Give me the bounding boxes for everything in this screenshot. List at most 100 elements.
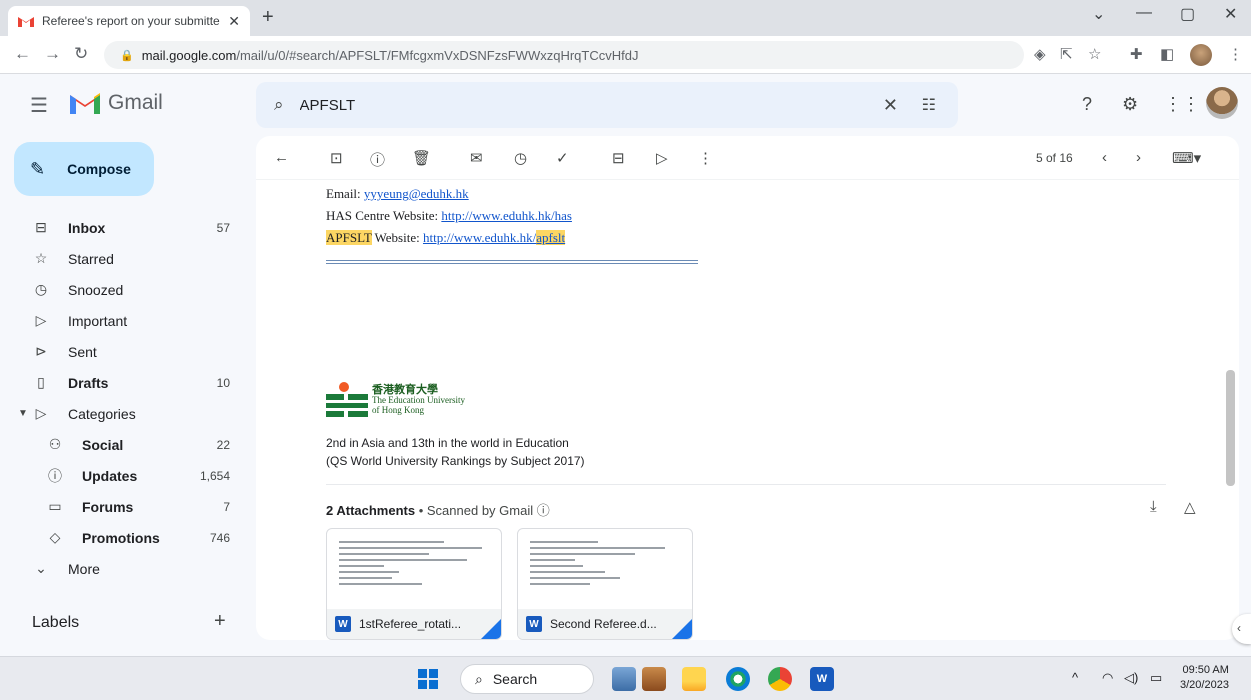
inbox-icon: ⊟ — [35, 219, 47, 235]
sidebar-item-social[interactable]: ⚇ Social 22 — [0, 429, 240, 460]
taskbar-clock[interactable]: 09:50 AM 3/20/2023 — [1180, 663, 1229, 693]
tab-search-icon[interactable]: ⌄ — [1092, 4, 1105, 24]
sidebar-item-important[interactable]: ▷ Important — [0, 305, 240, 336]
message-body: Email: yyyeung@eduhk.hk HAS Centre Websi… — [326, 186, 1206, 252]
browser-menu-icon[interactable]: ⋮ — [1228, 45, 1243, 63]
more-options-icon[interactable]: ⋮ — [698, 149, 713, 167]
apfslt-link[interactable]: http://www.eduhk.hk/apfslt — [423, 230, 566, 245]
newer-icon[interactable]: ‹ — [1102, 149, 1107, 166]
sidebar-item-count: 22 — [216, 437, 230, 452]
forum-icon: ▭ — [48, 498, 62, 514]
has-link[interactable]: http://www.eduhk.hk/has — [441, 208, 572, 223]
browser-tab-title: Referee's report on your submitte — [42, 14, 220, 28]
sidebar-item-updates[interactable]: ⓘ Updates 1,654 — [0, 460, 240, 491]
back-icon[interactable]: ← — [14, 44, 31, 64]
sidebar-item-starred[interactable]: ☆ Starred — [0, 243, 240, 274]
compose-button[interactable]: ✎ Compose — [14, 142, 154, 196]
volume-icon[interactable]: ◁) — [1124, 670, 1138, 686]
new-tab-icon[interactable]: + — [262, 6, 274, 29]
add-label-icon[interactable]: + — [214, 610, 226, 633]
reload-icon[interactable]: ↻ — [74, 44, 88, 64]
sidebar-item-label: Sent — [68, 343, 97, 360]
word-app-icon[interactable]: W — [810, 667, 834, 691]
edge-browser-icon[interactable] — [726, 667, 750, 691]
browser-profile-avatar[interactable] — [1190, 44, 1212, 66]
eye-icon[interactable]: ◈ — [1034, 45, 1046, 63]
input-tools-icon[interactable]: ⌨▾ — [1172, 149, 1201, 167]
sidepanel-icon[interactable]: ◧ — [1160, 45, 1174, 63]
sidebar-item-more[interactable]: ⌄ More — [0, 553, 240, 584]
sidebar-item-categories[interactable]: ▼ ▷ Categories — [0, 398, 240, 429]
extensions-icon[interactable]: ✚ — [1130, 45, 1143, 63]
back-to-search-icon[interactable]: ← — [274, 149, 289, 166]
google-apps-icon[interactable]: ⋮⋮ — [1164, 94, 1200, 115]
file-explorer-icon[interactable] — [682, 667, 706, 691]
compose-label: Compose — [67, 161, 131, 177]
search-options-icon[interactable]: ☷ — [922, 95, 936, 115]
share-icon[interactable]: ⇱ — [1060, 45, 1073, 63]
support-icon[interactable]: ? — [1082, 94, 1092, 115]
older-icon[interactable]: › — [1136, 149, 1141, 166]
label-as-icon[interactable]: ▷ — [656, 149, 668, 167]
add-task-icon[interactable]: ✓ — [556, 149, 569, 167]
move-to-icon[interactable]: ⊟ — [612, 149, 625, 167]
settings-gear-icon[interactable]: ⚙ — [1122, 94, 1138, 115]
snooze-icon[interactable]: ◷ — [514, 149, 527, 167]
pencil-icon: ✎ — [30, 158, 46, 179]
attachment-filename: 1stReferee_rotati... — [359, 617, 462, 631]
clear-search-icon[interactable]: ✕ — [883, 95, 898, 116]
window-close-icon[interactable]: ✕ — [1224, 4, 1237, 24]
report-spam-icon[interactable]: ⓘ — [370, 149, 385, 170]
task-view-icon[interactable] — [612, 667, 636, 691]
chrome-browser-icon[interactable] — [768, 667, 792, 691]
info-icon: ⓘ — [48, 467, 62, 484]
caret-down-icon[interactable]: ▼ — [18, 408, 28, 419]
ranking-text: 2nd in Asia and 13th in the world in Edu… — [326, 434, 585, 470]
email-link[interactable]: yyyeung@eduhk.hk — [364, 186, 469, 201]
battery-icon[interactable]: ▭ — [1150, 670, 1162, 686]
labels-heading: Labels — [32, 614, 80, 631]
briefcase-app-icon[interactable] — [642, 667, 666, 691]
download-all-icon[interactable]: ⤓ — [1150, 498, 1157, 515]
sidebar-item-inbox[interactable]: ⊟ Inbox 57 — [0, 212, 240, 243]
wifi-icon[interactable]: ◠ — [1102, 670, 1113, 686]
scan-info-icon[interactable]: ⓘ — [537, 503, 550, 518]
sidebar-item-promotions[interactable]: ◇ Promotions 746 — [0, 522, 240, 553]
message-scrollbar[interactable] — [1226, 370, 1235, 486]
eduhk-chinese-name: 香港教育大學 — [372, 384, 438, 396]
people-icon: ⚇ — [48, 436, 62, 452]
sidebar-item-sent[interactable]: ⊳ Sent — [0, 336, 240, 367]
apfslt-highlight: APFSLT — [326, 230, 372, 245]
mark-unread-icon[interactable]: ✉ — [470, 149, 483, 167]
archive-icon[interactable]: ⊡ — [330, 149, 343, 167]
browser-tab[interactable]: Referee's report on your submitte ✕ — [8, 6, 250, 36]
eduhk-logo: 香港教育大學 The Education University of Hong … — [326, 382, 465, 418]
draft-file-icon: ▯ — [37, 374, 45, 390]
windows-start-icon[interactable] — [418, 669, 438, 689]
taskbar-search[interactable]: ⌕ Search — [460, 664, 594, 694]
important-icon: ▷ — [35, 312, 47, 328]
sidebar-item-drafts[interactable]: ▯ Drafts 10 — [0, 367, 240, 398]
apfslt-label-rest: Website: — [371, 230, 423, 245]
tray-chevron-up-icon[interactable]: ^ — [1072, 670, 1078, 685]
sidebar-item-snoozed[interactable]: ◷ Snoozed — [0, 274, 240, 305]
gmail-m-icon — [70, 93, 100, 114]
sidebar-item-forums[interactable]: ▭ Forums 7 — [0, 491, 240, 522]
address-bar[interactable]: 🔒 mail.google.com/mail/u/0/#search/APFSL… — [104, 41, 1024, 69]
gmail-logo[interactable]: Gmail — [68, 90, 163, 116]
show-side-panel-icon[interactable]: ‹ — [1232, 614, 1251, 644]
add-to-drive-icon[interactable]: △ — [1184, 498, 1196, 516]
tab-close-icon[interactable]: ✕ — [228, 13, 240, 30]
mail-search-input[interactable] — [299, 96, 820, 114]
search-icon[interactable]: ⌕ — [274, 95, 284, 115]
restore-icon[interactable]: ▢ — [1180, 4, 1195, 24]
sidebar-item-label: Promotions — [82, 529, 160, 546]
delete-icon[interactable]: 🗑 — [412, 149, 431, 167]
forward-icon[interactable]: → — [44, 44, 61, 64]
main-menu-icon[interactable]: ☰ — [30, 93, 48, 118]
minimize-icon[interactable]: — — [1136, 4, 1152, 22]
account-avatar[interactable] — [1206, 87, 1238, 119]
attachment-card[interactable]: W Second Referee.d... — [517, 528, 693, 640]
bookmark-star-icon[interactable]: ☆ — [1088, 45, 1101, 63]
attachment-card[interactable]: W 1stReferee_rotati... — [326, 528, 502, 640]
